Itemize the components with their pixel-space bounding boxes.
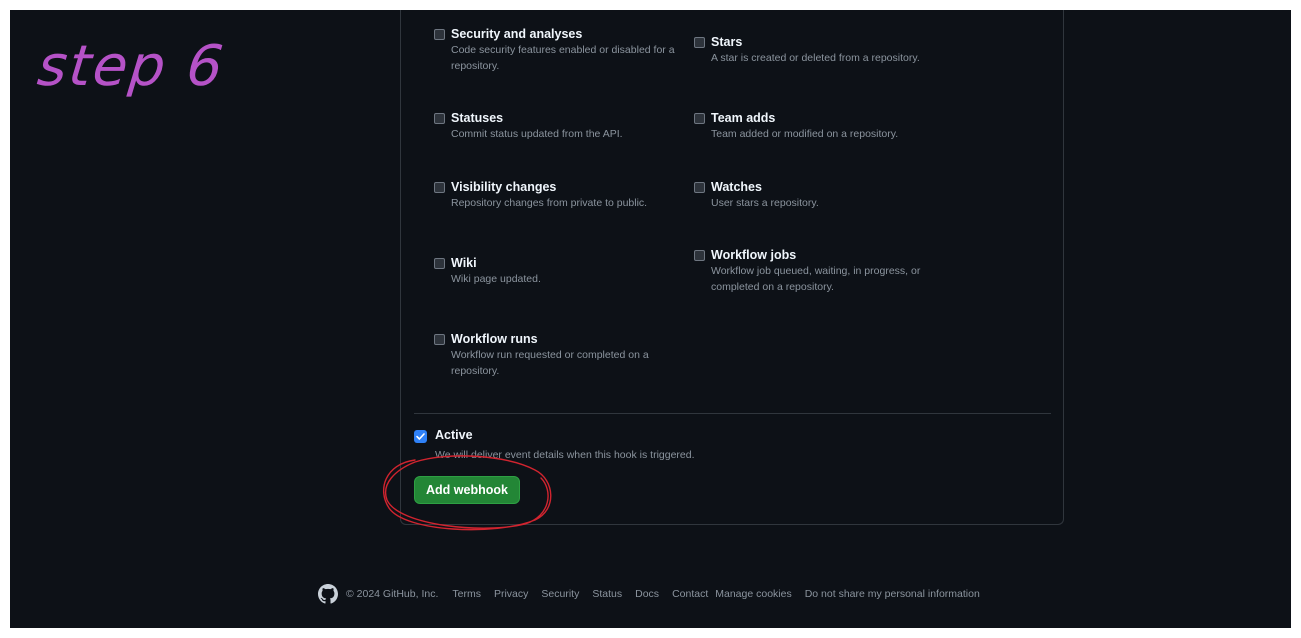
- event-stars[interactable]: Stars A star is created or deleted from …: [694, 34, 944, 66]
- event-statuses[interactable]: Statuses Commit status updated from the …: [434, 110, 684, 142]
- checkbox[interactable]: [434, 113, 445, 124]
- event-description: Workflow job queued, waiting, in progres…: [711, 265, 921, 293]
- checkbox[interactable]: [694, 182, 705, 193]
- event-description: Team added or modified on a repository.: [711, 128, 899, 140]
- event-wiki[interactable]: Wiki Wiki page updated.: [434, 255, 684, 287]
- event-title: Wiki: [451, 256, 477, 270]
- github-logo-icon[interactable]: [318, 584, 338, 604]
- event-title: Stars: [711, 35, 743, 49]
- event-team-adds[interactable]: Team adds Team added or modified on a re…: [694, 110, 944, 142]
- event-visibility-changes[interactable]: Visibility changes Repository changes fr…: [434, 179, 684, 211]
- active-label: Active: [435, 428, 473, 442]
- checkbox[interactable]: [434, 334, 445, 345]
- event-title: Statuses: [451, 111, 504, 125]
- footer: © 2024 GitHub, Inc. Terms Privacy Securi…: [318, 584, 993, 604]
- checkbox[interactable]: [434, 182, 445, 193]
- checkbox[interactable]: [434, 258, 445, 269]
- copyright: © 2024 GitHub, Inc.: [346, 588, 439, 600]
- checkbox[interactable]: [694, 113, 705, 124]
- highlight-circle-annotation: [383, 455, 552, 531]
- footer-link-contact[interactable]: Contact: [672, 588, 708, 600]
- event-title: Security and analyses: [451, 27, 583, 41]
- event-description: User stars a repository.: [711, 197, 819, 209]
- footer-link-privacy[interactable]: Privacy: [494, 588, 528, 600]
- check-icon: [416, 433, 425, 440]
- event-description: Workflow run requested or completed on a…: [451, 349, 649, 377]
- event-workflow-jobs[interactable]: Workflow jobs Workflow job queued, waiti…: [694, 247, 944, 295]
- divider: [414, 413, 1051, 414]
- event-title: Watches: [711, 180, 762, 194]
- event-security-and-analyses[interactable]: Security and analyses Code security feat…: [434, 26, 684, 74]
- event-description: A star is created or deleted from a repo…: [711, 52, 920, 64]
- event-title: Workflow jobs: [711, 248, 797, 262]
- event-description: Repository changes from private to publi…: [451, 197, 648, 209]
- event-description: Commit status updated from the API.: [451, 128, 623, 140]
- footer-link-security[interactable]: Security: [541, 588, 579, 600]
- event-workflow-runs[interactable]: Workflow runs Workflow run requested or …: [434, 331, 684, 379]
- active-checkbox[interactable]: [414, 430, 427, 443]
- footer-link-status[interactable]: Status: [592, 588, 622, 600]
- footer-link-manage-cookies[interactable]: Manage cookies: [715, 588, 791, 600]
- event-title: Team adds: [711, 111, 776, 125]
- footer-link-do-not-share[interactable]: Do not share my personal information: [805, 588, 980, 600]
- step-annotation: step 6: [34, 34, 228, 99]
- footer-link-terms[interactable]: Terms: [452, 588, 481, 600]
- footer-link-docs[interactable]: Docs: [635, 588, 659, 600]
- checkbox[interactable]: [434, 29, 445, 40]
- event-watches[interactable]: Watches User stars a repository.: [694, 179, 944, 211]
- checkbox[interactable]: [694, 250, 705, 261]
- github-webhook-page: step 6 Security and analyses Code securi…: [10, 10, 1291, 628]
- event-description: Wiki page updated.: [451, 273, 541, 285]
- event-title: Visibility changes: [451, 180, 557, 194]
- event-description: Code security features enabled or disabl…: [451, 44, 675, 72]
- checkbox[interactable]: [694, 37, 705, 48]
- event-title: Workflow runs: [451, 332, 538, 346]
